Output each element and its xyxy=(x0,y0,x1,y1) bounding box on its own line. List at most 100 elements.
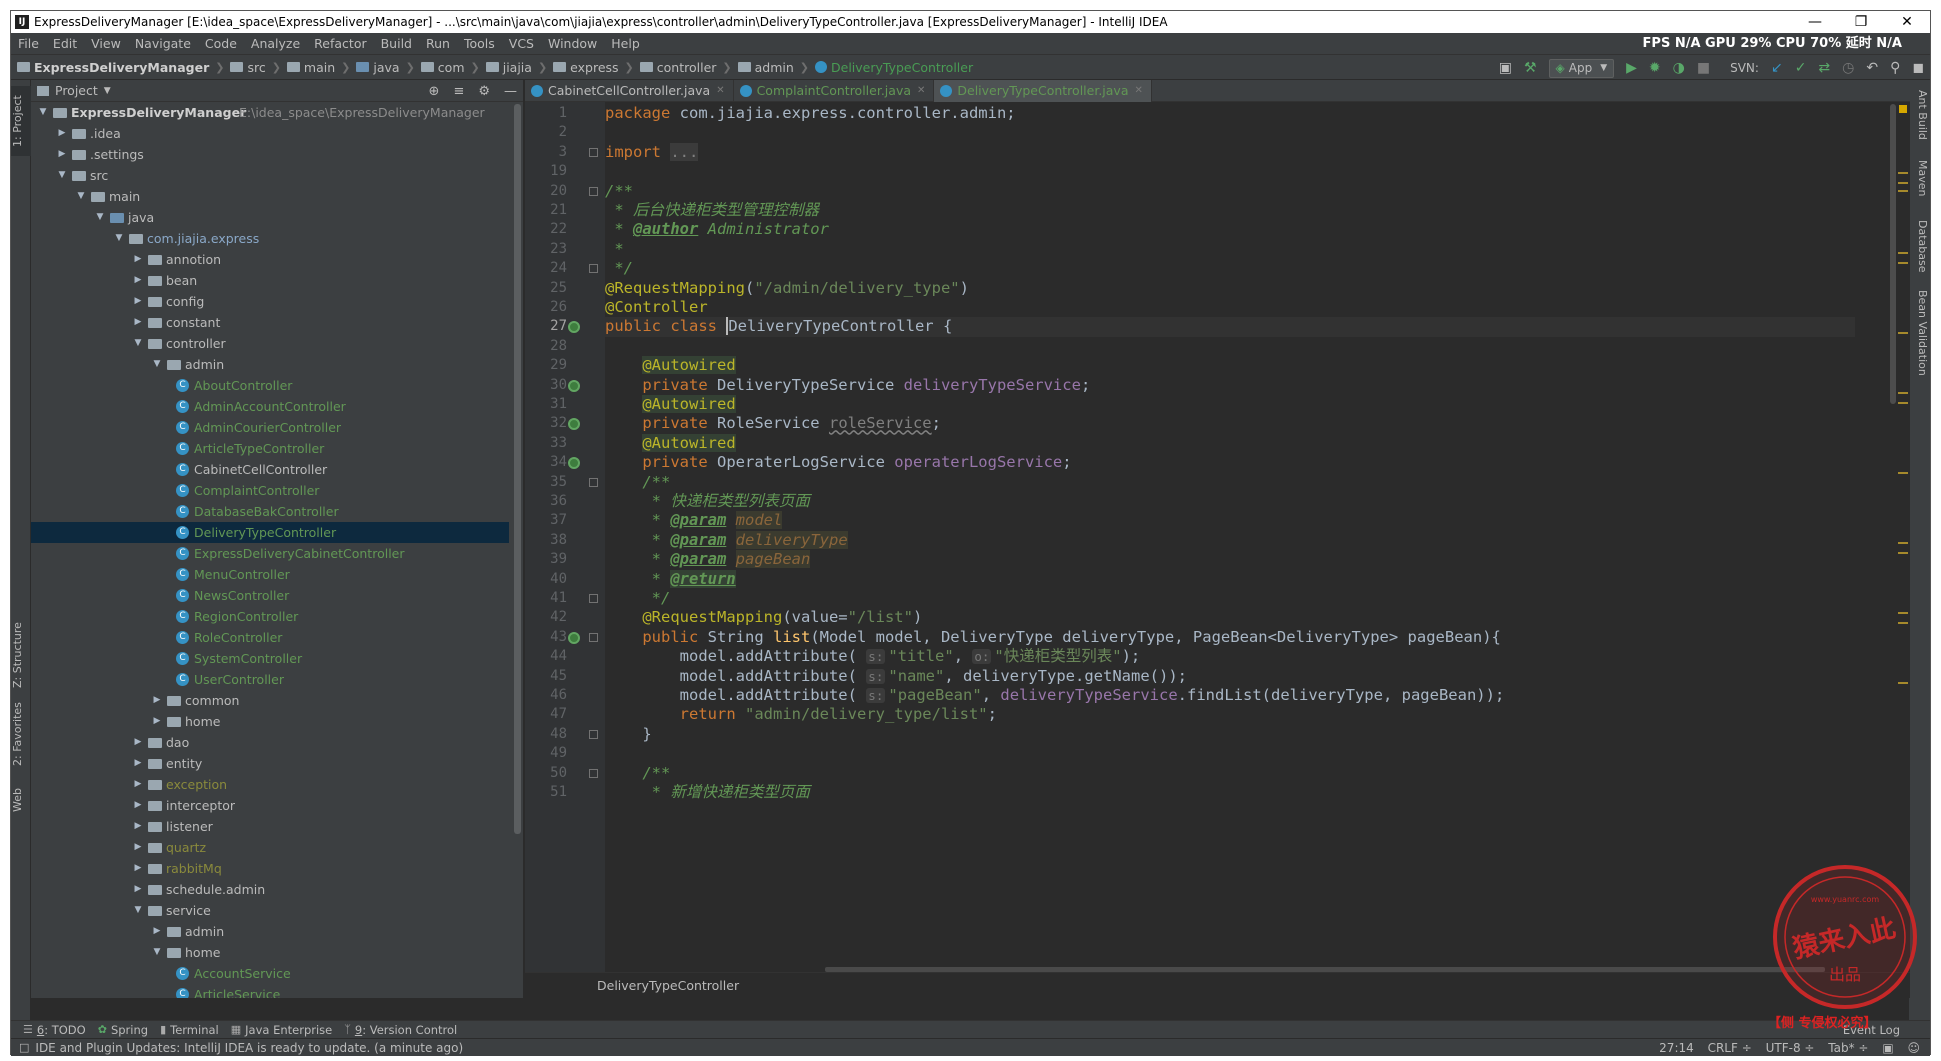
tree-class-item[interactable]: C RoleController xyxy=(31,627,509,648)
fold-marker-icon[interactable] xyxy=(589,768,598,778)
tree-folder-item[interactable]: ▶ home xyxy=(31,711,509,732)
code-line[interactable]: /** xyxy=(605,473,670,492)
tab-cabinet-cell-controller[interactable]: CabinetCellController.java ✕ xyxy=(525,80,734,102)
collapsed-arrow-icon[interactable]: ▶ xyxy=(132,858,144,879)
tree-class-item[interactable]: C UserController xyxy=(31,669,509,690)
tree-folder-item[interactable]: ▼ admin xyxy=(31,354,509,375)
status-toggle-icon[interactable]: □ xyxy=(19,1041,29,1054)
line-number[interactable]: 46 xyxy=(525,686,567,705)
collapsed-arrow-icon[interactable]: ▶ xyxy=(132,774,144,795)
expanded-arrow-icon[interactable]: ▼ xyxy=(113,228,125,249)
svn-revert-icon[interactable]: ↶ xyxy=(1866,60,1878,76)
tree-folder-item[interactable]: ▶ entity xyxy=(31,753,509,774)
tool-tab-bean-validation[interactable]: Bean Validation xyxy=(1911,290,1929,376)
run-icon[interactable]: ▶ xyxy=(1626,60,1637,76)
tree-folder-item[interactable]: ▼ controller xyxy=(31,333,509,354)
code-line[interactable]: /** xyxy=(605,764,670,783)
project-structure-icon[interactable]: ▣ xyxy=(1499,60,1512,76)
fold-marker-icon[interactable] xyxy=(589,632,598,642)
tree-class-item[interactable]: C CabinetCellController xyxy=(31,459,509,480)
line-number[interactable]: 32 xyxy=(525,414,567,433)
tool-tab-database[interactable]: Database xyxy=(1911,220,1929,273)
tab-delivery-type-controller[interactable]: DeliveryTypeController.java ✕ xyxy=(934,80,1152,102)
expanded-arrow-icon[interactable]: ▼ xyxy=(75,186,87,207)
file-encoding[interactable]: UTF-8 ÷ xyxy=(1766,1041,1815,1055)
close-icon[interactable]: ✕ xyxy=(1884,11,1930,33)
line-number[interactable]: 33 xyxy=(525,434,567,453)
close-tab-icon[interactable]: ✕ xyxy=(917,80,925,102)
line-number[interactable]: 38 xyxy=(525,531,567,550)
expanded-arrow-icon[interactable]: ▼ xyxy=(151,942,163,963)
menu-window[interactable]: Window xyxy=(541,36,604,51)
line-number[interactable]: 49 xyxy=(525,744,567,763)
code-line[interactable]: public String list(Model model, Delivery… xyxy=(605,628,1501,647)
line-number[interactable]: 23 xyxy=(525,240,567,259)
breadcrumb-class[interactable]: DeliveryTypeController xyxy=(809,60,973,75)
expanded-arrow-icon[interactable]: ▼ xyxy=(132,333,144,354)
tool-tab-structure[interactable]: Z: Structure xyxy=(11,620,31,690)
menu-help[interactable]: Help xyxy=(604,36,647,51)
chevron-down-icon[interactable]: ▼ xyxy=(104,86,111,96)
tree-class-item[interactable]: C MenuController xyxy=(31,564,509,585)
menu-file[interactable]: File xyxy=(11,36,46,51)
code-line[interactable]: @Controller xyxy=(605,298,708,317)
code-line[interactable]: public class DeliveryTypeController { xyxy=(605,317,1855,337)
code-line[interactable]: */ xyxy=(605,589,671,608)
warning-mark[interactable] xyxy=(1898,612,1908,614)
tool-tab-spring[interactable]: ✿ Spring xyxy=(98,1023,148,1037)
warning-mark[interactable] xyxy=(1898,252,1908,254)
code-line[interactable]: @RequestMapping(value="/list") xyxy=(605,608,922,627)
svn-commit-icon[interactable]: ✓ xyxy=(1795,60,1807,76)
line-number[interactable]: 1 xyxy=(525,104,567,123)
breadcrumb-src[interactable]: src ❯ xyxy=(224,60,281,75)
tree-class-item[interactable]: C ArticleService xyxy=(31,984,509,998)
lock-icon[interactable]: ▣ xyxy=(1882,1041,1893,1055)
build-hammer-icon[interactable]: ⚒ xyxy=(1524,60,1537,76)
line-number[interactable]: 40 xyxy=(525,570,567,589)
close-tab-icon[interactable]: ✕ xyxy=(716,80,724,102)
expanded-arrow-icon[interactable]: ▼ xyxy=(37,102,49,123)
line-separator[interactable]: CRLF ÷ xyxy=(1708,1041,1752,1055)
warning-mark[interactable] xyxy=(1898,392,1908,394)
indent-setting[interactable]: Tab* ÷ xyxy=(1828,1041,1868,1055)
fold-marker-icon[interactable] xyxy=(589,729,598,739)
line-number[interactable]: 41 xyxy=(525,589,567,608)
line-number[interactable]: 37 xyxy=(525,511,567,530)
tree-folder-item[interactable]: ▶ .settings xyxy=(31,144,509,165)
line-number[interactable]: 51 xyxy=(525,783,567,802)
breadcrumb-jiajia[interactable]: jiajia ❯ xyxy=(480,60,547,75)
line-number[interactable]: 42 xyxy=(525,608,567,627)
tool-tab-project[interactable]: 1: Project xyxy=(11,86,31,156)
menu-edit[interactable]: Edit xyxy=(46,36,84,51)
tab-complaint-controller[interactable]: ComplaintController.java ✕ xyxy=(734,80,935,102)
code-line[interactable]: * 后台快递柜类型管理控制器 xyxy=(605,201,819,220)
line-number[interactable]: 48 xyxy=(525,725,567,744)
line-number[interactable]: 39 xyxy=(525,550,567,569)
tree-folder-item[interactable]: ▶ .idea xyxy=(31,123,509,144)
tree-folder-item[interactable]: ▶ common xyxy=(31,690,509,711)
tree-folder-item[interactable]: ▼ main xyxy=(31,186,509,207)
warning-mark[interactable] xyxy=(1898,332,1908,334)
code-line[interactable]: * @return xyxy=(605,569,736,589)
stop-icon[interactable]: ■ xyxy=(1697,60,1710,76)
line-number[interactable]: 27 xyxy=(525,317,567,336)
project-scrollbar[interactable] xyxy=(514,104,521,834)
tree-folder-item[interactable]: ▼ ExpressDeliveryManager E:\idea_space\Exp… xyxy=(31,102,509,123)
collapsed-arrow-icon[interactable]: ▶ xyxy=(132,312,144,333)
code-line[interactable]: } xyxy=(605,725,651,744)
code-line[interactable]: private OperaterLogService operaterLogSe… xyxy=(605,453,1071,472)
code-line[interactable]: * 新增快递柜类型页面 xyxy=(605,783,810,802)
tree-folder-item[interactable]: ▼ com.jiajia.express xyxy=(31,228,509,249)
spring-bean-icon[interactable] xyxy=(568,379,580,392)
status-message[interactable]: IDE and Plugin Updates: IntelliJ IDEA is… xyxy=(35,1041,463,1055)
breadcrumb-admin[interactable]: admin ❯ xyxy=(732,60,809,75)
collapsed-arrow-icon[interactable]: ▶ xyxy=(132,249,144,270)
tool-tab-maven[interactable]: Maven xyxy=(1911,160,1929,196)
line-number[interactable]: 30 xyxy=(525,376,567,395)
code-line[interactable]: package com.jiajia.express.controller.ad… xyxy=(605,104,1016,123)
line-number[interactable]: 29 xyxy=(525,356,567,375)
line-number[interactable]: 28 xyxy=(525,337,567,356)
tool-tab-java-enterprise[interactable]: ▦ Java Enterprise xyxy=(231,1023,333,1037)
tree-class-item[interactable]: C RegionController xyxy=(31,606,509,627)
fold-marker-icon[interactable] xyxy=(589,186,598,196)
